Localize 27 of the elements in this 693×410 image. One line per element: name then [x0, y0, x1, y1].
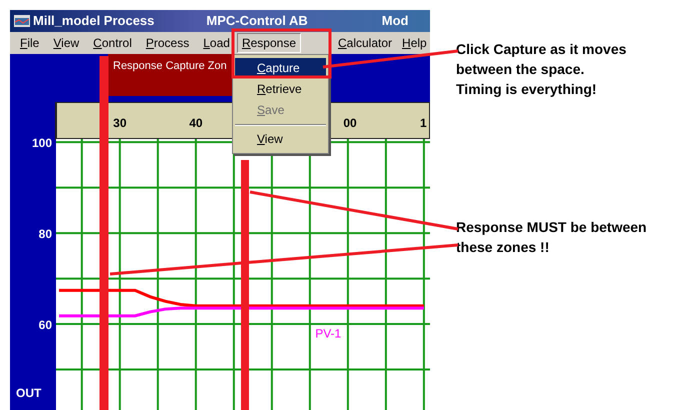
tick-label: 80 [38, 227, 52, 242]
menu-item[interactable]: Control [86, 33, 139, 53]
capture-zone: Response Capture Zon [108, 54, 232, 96]
menu-item[interactable]: Help [397, 33, 430, 53]
time-label: 00 [343, 116, 357, 130]
annotation-text: Response MUST be between these zones !! [456, 218, 647, 257]
time-label: 1 [420, 116, 427, 130]
window-title: Mod [382, 12, 408, 30]
tick-label: 100 [32, 136, 52, 150]
menu-item[interactable]: Load [196, 33, 237, 53]
tick-label: 30 [113, 116, 127, 130]
menu-item[interactable]: Process [138, 33, 196, 53]
window-title: Mill_model Process [33, 12, 154, 30]
menu-option[interactable]: View [235, 129, 326, 149]
menu-item[interactable]: Calculator [333, 33, 398, 53]
menu-item[interactable]: Response [236, 33, 301, 53]
app-name: MPC-Control AB [206, 12, 308, 30]
menu-item[interactable]: View [46, 33, 86, 53]
axis-label: OUT [16, 386, 42, 400]
tick-label: 60 [38, 318, 52, 332]
app-icon [14, 15, 30, 27]
series-label: PV-1 [315, 326, 342, 341]
annotation-text: Click Capture as it moves between the space. Timing is everything! [456, 40, 628, 99]
tick-label: 40 [189, 116, 203, 130]
menu-option[interactable]: Retrieve [235, 79, 326, 99]
menu-item[interactable]: File [13, 33, 46, 53]
menu-option[interactable]: Capture [235, 58, 326, 78]
